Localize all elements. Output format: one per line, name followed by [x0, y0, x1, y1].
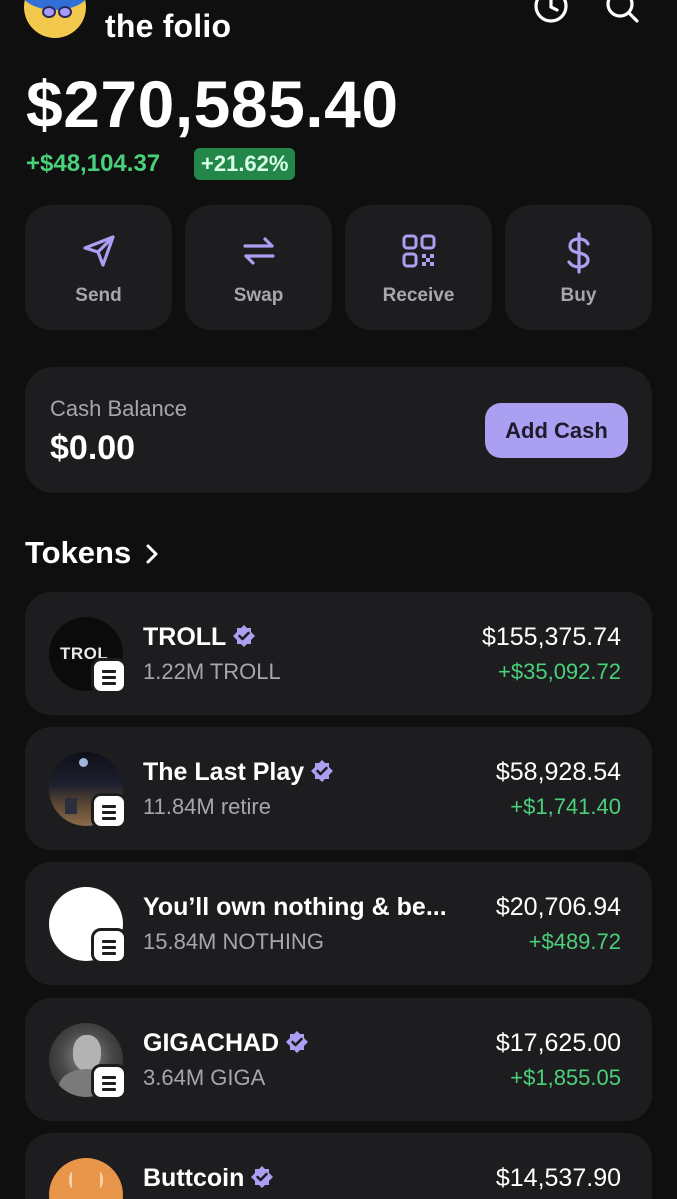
token-value: $17,625.00 — [495, 1029, 621, 1057]
tokens-section-title[interactable]: Tokens — [25, 535, 131, 571]
token-row-buttcoin[interactable]: Buttcoin $14,537.90 — [25, 1133, 652, 1199]
buttcoin-logo — [49, 1158, 123, 1199]
token-value: $14,537.90 — [495, 1164, 621, 1192]
token-amount: 3.64M GIGA — [143, 1065, 266, 1090]
dollar-icon — [566, 232, 590, 274]
token-row-nothing[interactable]: You’ll own nothing & be... 15.84M NOTHIN… — [25, 862, 652, 985]
action-bar: Send Swap Receive Buy — [25, 205, 652, 330]
buy-label: Buy — [560, 285, 597, 306]
token-value: $155,375.74 — [481, 623, 621, 651]
solana-chain-icon — [91, 658, 127, 694]
send-label: Send — [75, 285, 122, 306]
solana-chain-icon — [91, 928, 127, 964]
portfolio-change-percent-badge: +21.62% — [194, 148, 296, 180]
token-change: +$489.72 — [528, 929, 621, 954]
add-cash-button[interactable]: Add Cash — [485, 403, 628, 458]
send-button[interactable]: Send — [25, 205, 172, 330]
header: the folio — [0, 0, 677, 50]
token-name: TROLL — [143, 623, 256, 652]
verified-badge-icon — [286, 1031, 309, 1053]
send-icon — [82, 235, 115, 267]
token-name: GIGACHAD — [143, 1029, 309, 1058]
wallet-avatar[interactable] — [24, 0, 86, 38]
cash-balance-value: $0.00 — [50, 429, 136, 467]
swap-icon — [242, 237, 275, 265]
swap-label: Swap — [233, 285, 284, 306]
swap-button[interactable]: Swap — [185, 205, 332, 330]
cash-balance-card: Cash Balance $0.00 Add Cash — [25, 367, 652, 493]
verified-badge-icon — [233, 625, 256, 647]
wallet-name[interactable]: the folio — [105, 8, 231, 45]
solana-chain-icon — [91, 1064, 127, 1100]
verified-badge-icon — [251, 1166, 274, 1188]
receive-label: Receive — [382, 285, 455, 306]
receive-button[interactable]: Receive — [345, 205, 492, 330]
verified-badge-icon — [311, 760, 334, 782]
chevron-right-icon[interactable] — [143, 543, 161, 565]
token-name: Buttcoin — [143, 1164, 274, 1193]
token-name: You’ll own nothing & be... — [143, 893, 447, 921]
token-amount: 15.84M NOTHING — [143, 929, 324, 954]
buy-button[interactable]: Buy — [505, 205, 652, 330]
clock-icon[interactable] — [531, 0, 571, 26]
cash-balance-label: Cash Balance — [50, 396, 187, 421]
portfolio-change-amount: +$48,104.37 — [26, 150, 161, 177]
token-change: +$1,741.40 — [510, 794, 621, 819]
token-amount: 1.22M TROLL — [143, 659, 281, 684]
portfolio-balance: $270,585.40 — [26, 67, 399, 141]
token-row-gigachad[interactable]: GIGACHAD 3.64M GIGA $17,625.00 +$1,855.0… — [25, 998, 652, 1121]
token-value: $58,928.54 — [495, 758, 621, 786]
solana-chain-icon — [91, 793, 127, 829]
token-row-troll[interactable]: TROL TROLL 1.22M TROLL $155,375.74 +$35,… — [25, 592, 652, 715]
token-change: +$35,092.72 — [498, 659, 621, 684]
qr-code-icon — [402, 234, 435, 268]
token-amount: 11.84M retire — [143, 794, 271, 819]
token-name: The Last Play — [143, 758, 334, 787]
token-change: +$1,855.05 — [510, 1065, 621, 1090]
search-icon[interactable] — [602, 0, 642, 26]
token-value: $20,706.94 — [495, 893, 621, 921]
token-row-the-last-play[interactable]: The Last Play 11.84M retire $58,928.54 +… — [25, 727, 652, 850]
